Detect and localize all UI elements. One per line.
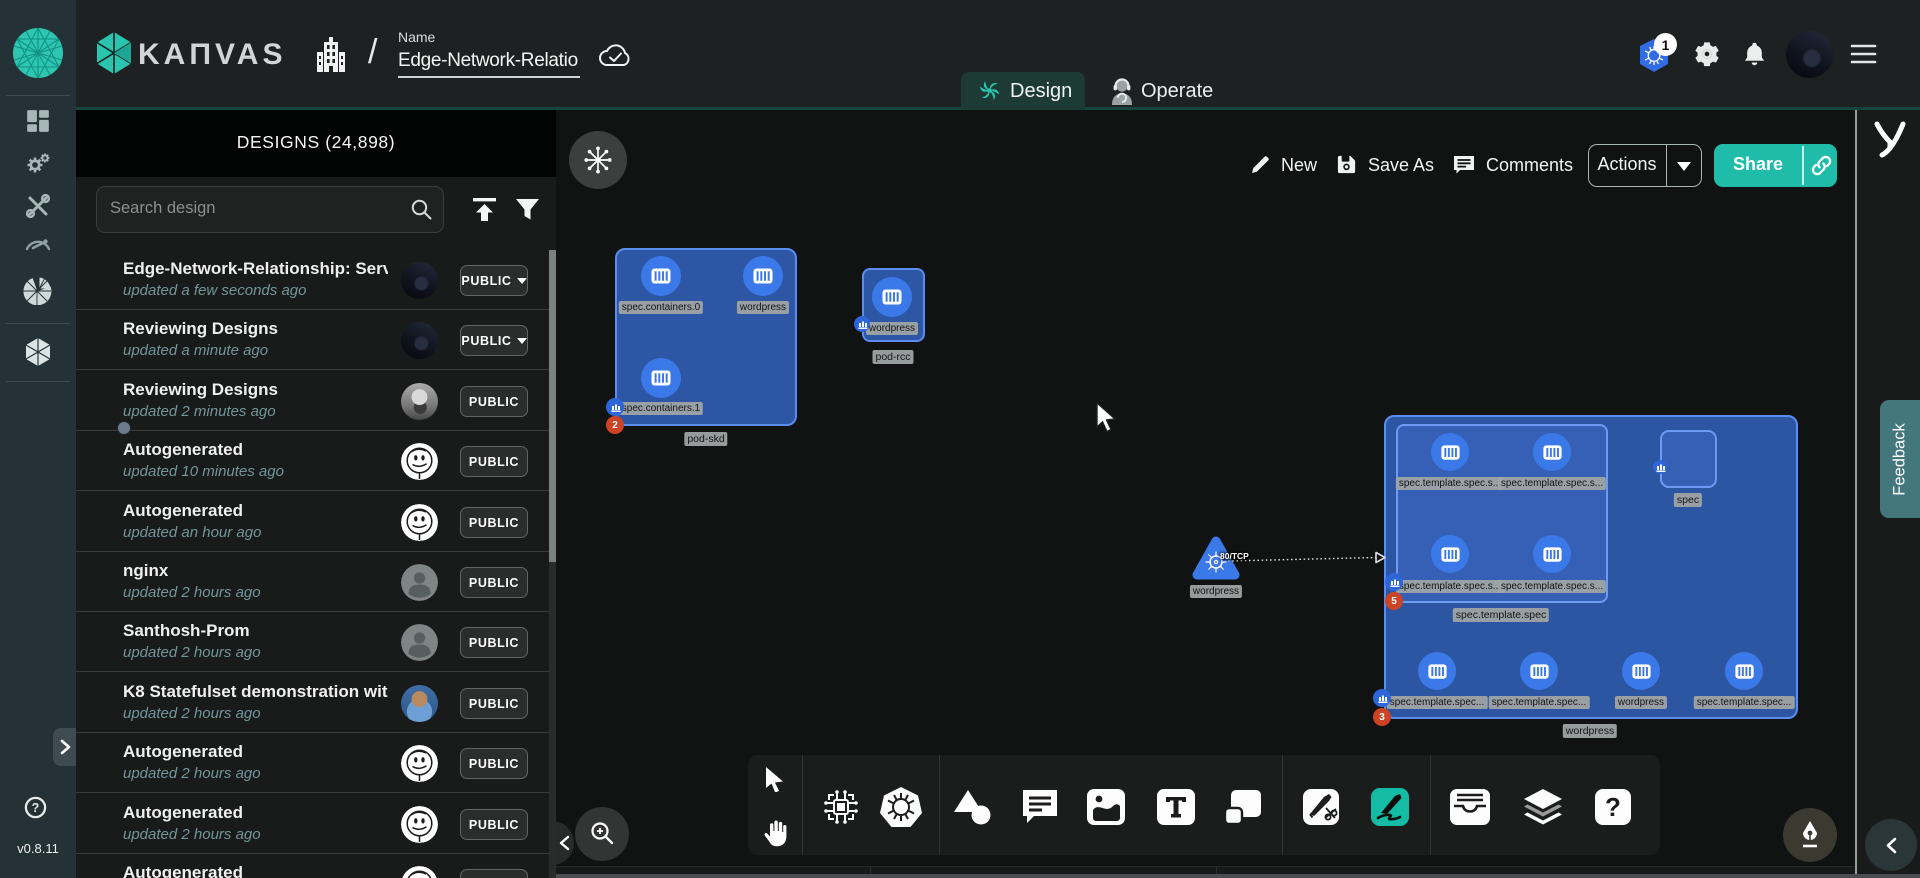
svg-text:?: ? bbox=[32, 801, 40, 815]
svg-text:?: ? bbox=[1605, 792, 1621, 822]
